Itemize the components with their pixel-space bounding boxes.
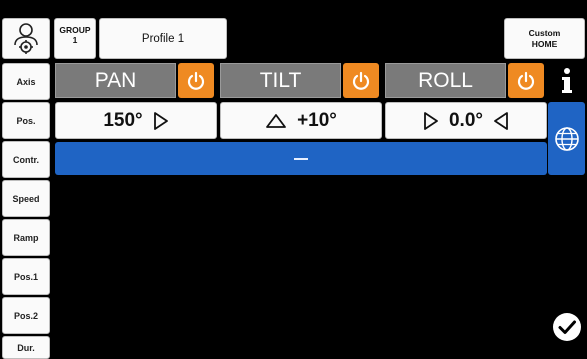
info-icon [561,67,572,93]
pan-axis-header[interactable]: PAN [55,63,176,98]
user-settings-button[interactable] [2,18,50,59]
tilt-position-field[interactable]: +10° [220,102,382,139]
power-icon [187,71,205,90]
settings-user-icon [14,22,38,54]
control-slider-bar[interactable] [55,142,547,175]
confirm-button[interactable] [548,296,585,358]
custom-home-button[interactable]: Custom HOME [504,18,585,59]
info-button[interactable] [548,63,585,98]
pan-position-field[interactable]: 150° [55,102,217,139]
sidebar-item-dur[interactable]: Dur. [2,336,50,359]
power-icon [352,71,370,90]
profile-button[interactable]: Profile 1 [99,18,227,59]
roll-position-field[interactable]: 0.0° [385,102,547,139]
power-icon [517,71,535,90]
triangle-left-icon[interactable] [493,111,509,131]
tilt-position-value: +10° [297,109,337,131]
roll-power-button[interactable] [508,63,544,98]
sidebar-item-pos[interactable]: Pos. [2,102,50,139]
globe-icon [554,126,579,151]
tilt-axis-header[interactable]: TILT [220,63,341,98]
tilt-power-button[interactable] [343,63,379,98]
pan-position-value: 150° [103,109,143,131]
slider-center-marker [294,157,308,160]
roll-position-value: 0.0° [448,109,483,131]
sidebar-item-pos1[interactable]: Pos.1 [2,258,50,295]
triangle-right-icon[interactable] [423,111,439,131]
sidebar-item-axis[interactable]: Axis [2,63,50,100]
sidebar-item-pos2[interactable]: Pos.2 [2,297,50,334]
sidebar-item-speed[interactable]: Speed [2,180,50,217]
sidebar-item-ramp[interactable]: Ramp [2,219,50,256]
roll-axis-header[interactable]: ROLL [385,63,506,98]
checkmark-icon [552,313,581,341]
pan-power-button[interactable] [178,63,214,98]
triangle-up-icon[interactable] [265,113,287,129]
globe-button[interactable] [548,102,585,175]
sidebar-item-contr[interactable]: Contr. [2,141,50,178]
group-button[interactable]: GROUP 1 [54,18,96,59]
triangle-right-icon[interactable] [153,111,169,131]
